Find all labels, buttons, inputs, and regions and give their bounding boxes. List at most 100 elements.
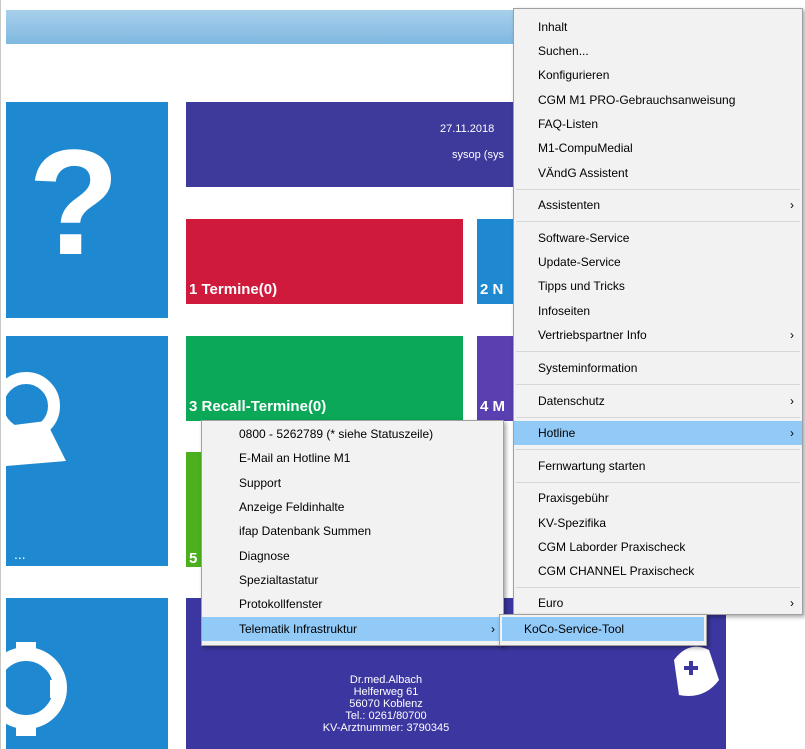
hotline-item-ifap[interactable]: ifap Datenbank Summen: [202, 519, 503, 543]
menu-item-fernwartung[interactable]: Fernwartung starten: [514, 454, 802, 478]
title-bar: [6, 10, 526, 44]
ti-item-koco-service-tool[interactable]: KoCo-Service-Tool: [502, 617, 704, 641]
menu-separator: [516, 221, 800, 222]
menu-item-assistenten[interactable]: Assistenten ›: [514, 193, 802, 217]
menu-item-kv-spezifika[interactable]: KV-Spezifika: [514, 511, 802, 535]
menu-item-software-service[interactable]: Software-Service: [514, 226, 802, 250]
tile-recall[interactable]: 3 Recall-Termine(0): [186, 336, 463, 421]
menu-item-tipps-und-tricks[interactable]: Tipps und Tricks: [514, 274, 802, 298]
chevron-right-icon: ›: [790, 198, 794, 212]
menu-item-label: Suchen...: [538, 44, 589, 58]
menu-item-label: M1-CompuMedial: [538, 141, 633, 155]
menu-item-suchen[interactable]: Suchen...: [514, 39, 802, 63]
menu-item-channel-praxischeck[interactable]: CGM CHANNEL Praxischeck: [514, 559, 802, 583]
help-menu: Inhalt Suchen... Konfigurieren CGM M1 PR…: [513, 8, 803, 615]
hotline-item-diagnose[interactable]: Diagnose: [202, 544, 503, 568]
menu-item-label: KV-Spezifika: [538, 516, 607, 530]
tile-persons[interactable]: ...: [6, 336, 168, 566]
tile-help[interactable]: ?: [6, 102, 168, 318]
medical-bag-icon: [674, 646, 719, 696]
hotline-submenu: 0800 - 5262789 (* siehe Statuszeile) E-M…: [201, 420, 504, 646]
menu-item-label: ifap Datenbank Summen: [239, 524, 372, 538]
menu-item-praxisgebuehr[interactable]: Praxisgebühr: [514, 486, 802, 510]
question-mark-icon: ?: [28, 118, 120, 286]
menu-item-update-service[interactable]: Update-Service: [514, 250, 802, 274]
menu-item-label: CGM M1 PRO-Gebrauchsanweisung: [538, 93, 736, 107]
menu-item-gebrauchsanweisung[interactable]: CGM M1 PRO-Gebrauchsanweisung: [514, 88, 802, 112]
menu-item-vertriebspartner-info[interactable]: Vertriebspartner Info ›: [514, 323, 802, 347]
menu-item-compumedial[interactable]: M1-CompuMedial: [514, 136, 802, 160]
menu-item-label: Spezialtastatur: [239, 573, 319, 587]
menu-item-euro[interactable]: Euro ›: [514, 591, 802, 615]
menu-item-konfigurieren[interactable]: Konfigurieren: [514, 63, 802, 87]
menu-separator: [516, 384, 800, 385]
tile-fourth-label: 4 M: [480, 398, 506, 415]
menu-separator: [516, 482, 800, 483]
menu-item-laborder-praxischeck[interactable]: CGM Laborder Praxischeck: [514, 535, 802, 559]
menu-item-label: FAQ-Listen: [538, 117, 599, 131]
menu-item-label: Systeminformation: [538, 361, 638, 375]
menu-item-label: Software-Service: [538, 231, 630, 245]
user-label: sysop (sys: [452, 149, 504, 161]
hotline-item-spezialtastatur[interactable]: Spezialtastatur: [202, 568, 503, 592]
date-label: 27.11.2018: [440, 123, 495, 135]
menu-item-inhalt[interactable]: Inhalt: [514, 15, 802, 39]
tile-settings[interactable]: [6, 598, 168, 749]
tile-recall-label: 3 Recall-Termine(0): [189, 398, 327, 415]
menu-item-label: Telematik Infrastruktur: [239, 622, 358, 636]
doctor-city: 56070 Koblenz: [349, 698, 423, 710]
menu-item-label: Assistenten: [538, 198, 601, 212]
menu-separator: [516, 587, 800, 588]
menu-item-label: Anzeige Feldinhalte: [239, 500, 345, 514]
hotline-item-support[interactable]: Support: [202, 471, 503, 495]
menu-item-label: Inhalt: [538, 20, 568, 34]
menu-item-label: E-Mail an Hotline M1: [239, 451, 351, 465]
menu-item-label: Datenschutz: [538, 394, 605, 408]
gear-icon: [6, 642, 67, 736]
ellipsis-label: ...: [14, 546, 26, 562]
menu-item-label: Praxisgebühr: [538, 491, 609, 505]
doctor-name: Dr.med.Albach: [349, 674, 423, 686]
menu-item-label: Euro: [538, 596, 564, 610]
menu-item-vaendg-assistent[interactable]: VÄndG Assistent: [514, 161, 802, 185]
person-group-icon: [6, 372, 66, 466]
menu-item-label: Vertriebspartner Info: [538, 328, 647, 342]
menu-item-label: Infoseiten: [538, 304, 591, 318]
doctor-phone: Tel.: 0261/80700: [345, 710, 427, 722]
menu-item-label: KoCo-Service-Tool: [524, 622, 625, 636]
hotline-item-phone[interactable]: 0800 - 5262789 (* siehe Statuszeile): [202, 422, 503, 446]
menu-separator: [516, 189, 800, 190]
telematik-submenu: KoCo-Service-Tool: [499, 614, 707, 646]
menu-separator: [516, 449, 800, 450]
menu-item-label: Protokollfenster: [239, 597, 323, 611]
menu-item-label: Konfigurieren: [538, 68, 610, 82]
tile-second-label: 2 N: [480, 281, 504, 298]
menu-item-label: VÄndG Assistent: [538, 166, 629, 180]
menu-item-label: Diagnose: [239, 549, 290, 563]
doctor-street: Helferweg 61: [353, 686, 419, 698]
menu-separator: [516, 417, 800, 418]
menu-item-datenschutz[interactable]: Datenschutz ›: [514, 389, 802, 413]
menu-item-label: CGM Laborder Praxischeck: [538, 540, 686, 554]
hotline-item-email[interactable]: E-Mail an Hotline M1: [202, 446, 503, 470]
chevron-right-icon: ›: [790, 596, 794, 610]
menu-item-label: Hotline: [538, 426, 576, 440]
menu-item-infoseiten[interactable]: Infoseiten: [514, 299, 802, 323]
tile-header-info: 27.11.2018 sysop (sys: [186, 102, 526, 187]
hotline-item-feldinhalte[interactable]: Anzeige Feldinhalte: [202, 495, 503, 519]
hotline-item-protokollfenster[interactable]: Protokollfenster: [202, 592, 503, 616]
menu-item-label: Support: [239, 476, 282, 490]
menu-item-hotline[interactable]: Hotline ›: [514, 421, 802, 445]
menu-item-label: Fernwartung starten: [538, 459, 646, 473]
menu-item-systeminformation[interactable]: Systeminformation: [514, 356, 802, 380]
tile-termine[interactable]: 1 Termine(0): [186, 219, 463, 304]
chevron-right-icon: ›: [790, 394, 794, 408]
menu-separator: [516, 351, 800, 352]
doctor-info: Dr.med.Albach Helferweg 61 56070 Koblenz…: [186, 674, 586, 734]
chevron-right-icon: ›: [491, 622, 495, 636]
tile-termine-label: 1 Termine(0): [189, 281, 278, 298]
chevron-right-icon: ›: [790, 328, 794, 342]
chevron-right-icon: ›: [790, 426, 794, 440]
hotline-item-telematik[interactable]: Telematik Infrastruktur ›: [202, 617, 503, 641]
menu-item-faq-listen[interactable]: FAQ-Listen: [514, 112, 802, 136]
